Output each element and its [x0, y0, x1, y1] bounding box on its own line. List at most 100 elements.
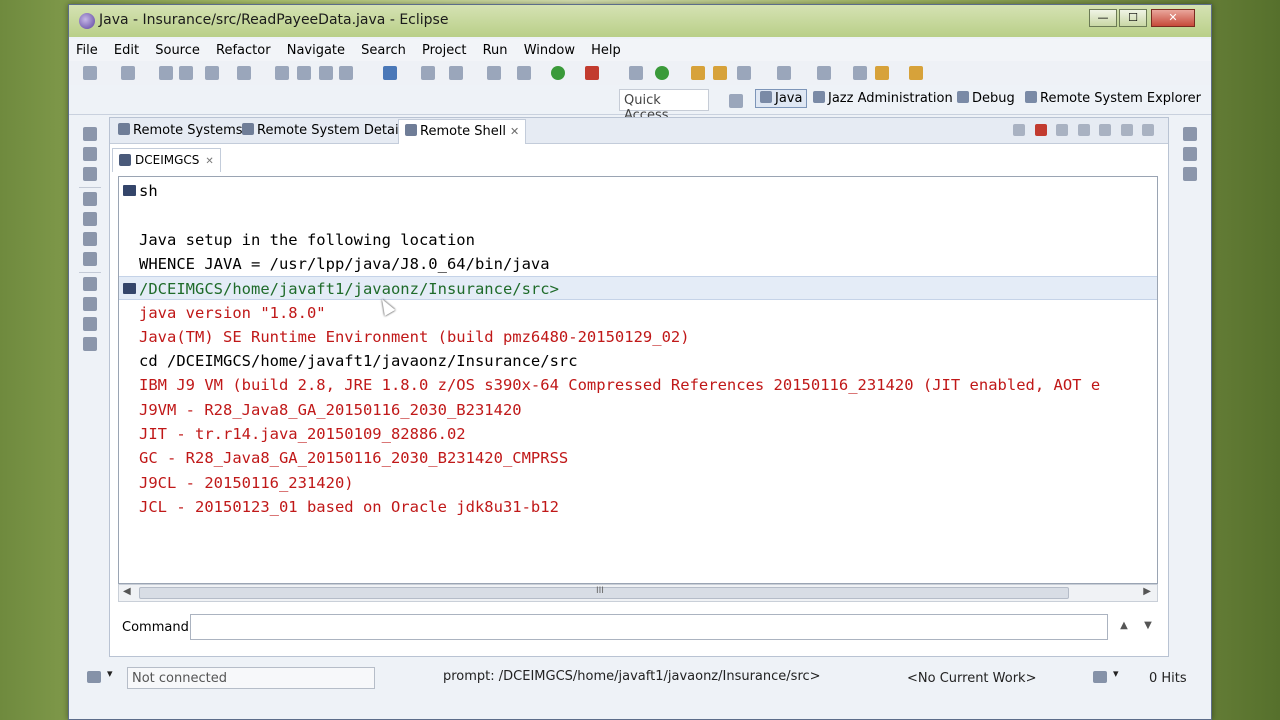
menu-run[interactable]: Run — [476, 39, 513, 58]
restore-icon[interactable] — [83, 277, 97, 291]
previous-command-button[interactable]: ▲ — [1116, 620, 1132, 631]
shell-prompt-line[interactable]: /DCEIMGCS/home/javaft1/javaonz/Insurance… — [119, 276, 1157, 301]
perspective-jazz-administration[interactable]: Jazz Administration — [813, 91, 953, 106]
close-session-icon[interactable]: ✕ — [205, 156, 213, 167]
shell-line-text: JIT - tr.r14.java_20150109_82886.02 — [139, 425, 466, 443]
copy-icon[interactable] — [1099, 124, 1111, 136]
outline-icon[interactable] — [83, 212, 97, 226]
scroll-grip: III — [596, 586, 604, 596]
next-annotation-icon[interactable] — [777, 66, 791, 80]
open-type-icon[interactable] — [383, 66, 397, 80]
run-icon[interactable] — [551, 66, 565, 80]
menu-bar: File Edit Source Refactor Navigate Searc… — [69, 39, 1211, 61]
scroll-thumb[interactable]: III — [139, 586, 1069, 599]
remote-shell-icon[interactable] — [83, 337, 97, 351]
shell-output[interactable]: sh Java setup in the following location WH… — [118, 176, 1158, 584]
menu-edit[interactable]: Edit — [107, 39, 144, 58]
menu-navigate[interactable]: Navigate — [280, 39, 350, 58]
window-icon[interactable] — [449, 66, 463, 80]
command-input[interactable] — [190, 614, 1108, 640]
connection-icon[interactable] — [87, 671, 101, 683]
terminal-icon — [123, 185, 136, 196]
shell-line-text: J9CL - 20150116_231420) — [139, 473, 354, 492]
connection-dropdown[interactable]: ▾ — [107, 667, 113, 680]
menu-file[interactable]: File — [69, 39, 103, 58]
open-perspective-icon[interactable] — [729, 94, 743, 108]
step-icon[interactable] — [297, 66, 311, 80]
main-toolbar — [69, 61, 1211, 85]
print-icon[interactable] — [205, 66, 219, 80]
remote-systems-icon[interactable] — [83, 297, 97, 311]
close-button[interactable]: ✕ — [1151, 9, 1195, 27]
work-dropdown[interactable]: ▾ — [1113, 667, 1119, 680]
menu-help[interactable]: Help — [584, 39, 626, 58]
properties-icon[interactable] — [83, 252, 97, 266]
perspective-java[interactable]: Java — [755, 89, 808, 108]
scroll-left-arrow[interactable]: ◀ — [123, 586, 131, 597]
menu-window[interactable]: Window — [517, 39, 580, 58]
title-bar[interactable]: Java - Insurance/src/ReadPayeeData.java … — [69, 5, 1211, 37]
restore-icon[interactable] — [1183, 127, 1197, 141]
terminal-icon[interactable] — [319, 66, 333, 80]
previous-annotation-icon[interactable] — [817, 66, 831, 80]
view-menu-icon[interactable] — [1120, 124, 1133, 136]
forward-icon[interactable] — [909, 66, 923, 80]
close-tab-icon[interactable]: ✕ — [510, 125, 519, 138]
new-project-icon[interactable] — [121, 66, 135, 80]
status-bar: ▾ Not connected prompt: /DCEIMGCS/home/j… — [69, 661, 1211, 701]
last-edit-icon[interactable] — [853, 66, 867, 80]
minimize-view-icon[interactable] — [1142, 124, 1154, 136]
console-icon[interactable] — [339, 66, 353, 80]
save-icon[interactable] — [159, 66, 173, 80]
perspective-debug[interactable]: Debug — [957, 91, 1015, 106]
terminate-icon[interactable] — [1034, 124, 1047, 136]
tab-remote-system-details[interactable]: Remote System Details — [238, 122, 413, 139]
restore-icon[interactable] — [83, 192, 97, 206]
menu-source[interactable]: Source — [148, 39, 205, 58]
hierarchy-icon[interactable] — [83, 167, 97, 181]
search-icon[interactable] — [737, 66, 751, 80]
next-command-button[interactable]: ▼ — [1140, 620, 1156, 631]
debug-icon[interactable] — [517, 66, 531, 80]
menu-refactor[interactable]: Refactor — [209, 39, 276, 58]
shell-session-tab[interactable]: DCEIMGCS ✕ — [112, 148, 221, 172]
open-folder-icon[interactable] — [691, 66, 705, 80]
outline-icon[interactable] — [1183, 147, 1197, 161]
horizontal-scrollbar[interactable]: ◀ III ▶ — [118, 584, 1158, 602]
clear-icon[interactable] — [1013, 124, 1025, 136]
server-icon[interactable] — [487, 66, 501, 80]
shell-prompt-status: prompt: /DCEIMGCS/home/javaft1/javaonz/I… — [443, 669, 821, 684]
quick-access-input[interactable]: Quick Access — [619, 89, 709, 123]
menu-project[interactable]: Project — [415, 39, 471, 58]
new-class-icon[interactable] — [629, 66, 643, 80]
jazz-work-icon[interactable] — [1093, 671, 1107, 683]
maximize-button[interactable]: ☐ — [1119, 9, 1147, 27]
toggle-breakpoint-icon[interactable] — [275, 66, 289, 80]
export-icon[interactable] — [1077, 124, 1090, 136]
minimize-button[interactable]: — — [1089, 9, 1117, 27]
external-tools-icon[interactable] — [585, 66, 599, 80]
tab-remote-shell[interactable]: Remote Shell ✕ — [398, 119, 527, 144]
tasks-icon[interactable] — [83, 232, 97, 246]
restore-icon[interactable] — [83, 127, 97, 141]
remove-shell-icon[interactable] — [1056, 124, 1068, 136]
shell-output-line: Java(TM) SE Runtime Environment (build p… — [119, 325, 1157, 349]
save-all-icon[interactable] — [179, 66, 193, 80]
java-perspective-icon — [760, 91, 772, 103]
back-icon[interactable] — [875, 66, 889, 80]
new-icon[interactable] — [83, 66, 97, 80]
refresh-icon[interactable] — [655, 66, 669, 80]
perspective-bar: Quick Access Java Jazz Administration De… — [69, 85, 1211, 123]
build-icon[interactable] — [237, 66, 251, 80]
camera-icon[interactable] — [421, 66, 435, 80]
remote-details-icon[interactable] — [83, 317, 97, 331]
package-explorer-icon[interactable] — [83, 147, 97, 161]
tab-remote-systems[interactable]: Remote Systems — [114, 122, 247, 139]
gear-icon[interactable] — [1183, 167, 1197, 181]
perspective-remote-system-explorer[interactable]: Remote System Explorer — [1025, 91, 1201, 106]
shell-output-line: Java setup in the following location — [119, 228, 1157, 252]
hits-count: 0 Hits — [1149, 671, 1187, 686]
scroll-right-arrow[interactable]: ▶ — [1143, 586, 1151, 597]
menu-search[interactable]: Search — [354, 39, 411, 58]
open-resource-icon[interactable] — [713, 66, 727, 80]
